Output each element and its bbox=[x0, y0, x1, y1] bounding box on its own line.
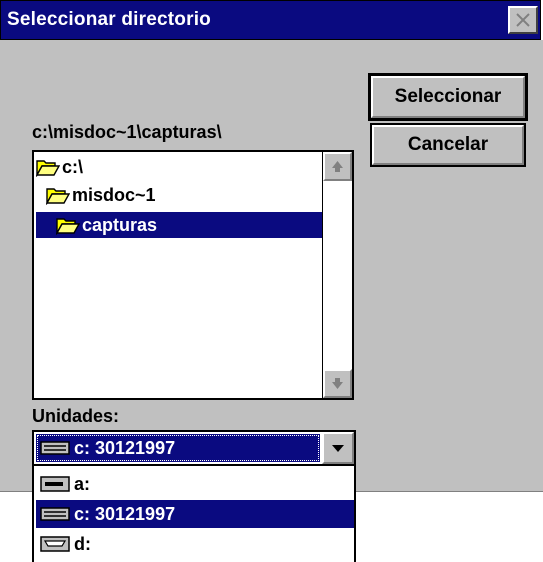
directory-scrollbar[interactable] bbox=[322, 152, 352, 398]
window-title: Seleccionar directorio bbox=[7, 9, 211, 30]
directory-item-root[interactable]: c:\ bbox=[36, 154, 176, 180]
open-folder-icon bbox=[36, 160, 60, 177]
directory-item-capturas[interactable]: capturas bbox=[36, 212, 322, 238]
directory-label: c:\ bbox=[62, 156, 84, 177]
arrow-up-icon bbox=[332, 161, 343, 172]
open-folder-icon bbox=[46, 188, 70, 205]
drive-dropdown-list[interactable]: a: c: 30121997 d: bbox=[32, 466, 356, 562]
drive-dropdown-button[interactable] bbox=[322, 432, 354, 464]
directory-label: capturas bbox=[82, 214, 158, 235]
directory-list[interactable]: c:\ misdoc~1 capturas bbox=[32, 150, 354, 400]
close-icon bbox=[516, 13, 530, 27]
scroll-up-button[interactable] bbox=[323, 152, 352, 181]
cdrom-drive-icon bbox=[40, 536, 70, 552]
select-button[interactable]: Seleccionar bbox=[368, 73, 528, 121]
chevron-down-icon bbox=[332, 445, 344, 452]
close-button[interactable] bbox=[508, 6, 538, 34]
hard-drive-icon bbox=[40, 507, 70, 521]
drive-option-label: a: bbox=[74, 473, 91, 494]
directory-label: misdoc~1 bbox=[72, 184, 156, 205]
title-bar: Seleccionar directorio bbox=[0, 0, 541, 40]
scroll-down-button[interactable] bbox=[323, 369, 352, 398]
drive-option-c[interactable]: c: 30121997 bbox=[36, 500, 354, 528]
current-path: c:\misdoc~1\capturas\ bbox=[32, 122, 222, 142]
drive-option-a[interactable]: a: bbox=[36, 470, 354, 498]
drives-label: Unidades: bbox=[32, 406, 120, 426]
cancel-button-label: Cancelar bbox=[407, 134, 489, 155]
hard-drive-icon bbox=[40, 441, 70, 455]
drive-option-label: c: 30121997 bbox=[74, 503, 176, 524]
drive-option-d[interactable]: d: bbox=[36, 530, 354, 558]
drive-select[interactable]: c: 30121997 bbox=[32, 430, 356, 466]
select-button-label: Seleccionar bbox=[394, 86, 502, 107]
directory-item-misdoc[interactable]: misdoc~1 bbox=[46, 182, 226, 208]
open-folder-icon bbox=[56, 218, 80, 235]
drive-select-value: c: 30121997 bbox=[36, 434, 320, 462]
arrow-down-icon bbox=[332, 378, 343, 389]
drive-select-label: c: 30121997 bbox=[74, 437, 176, 458]
cancel-button[interactable]: Cancelar bbox=[370, 123, 526, 167]
drive-option-label: d: bbox=[74, 533, 91, 554]
floppy-drive-icon bbox=[40, 476, 70, 492]
